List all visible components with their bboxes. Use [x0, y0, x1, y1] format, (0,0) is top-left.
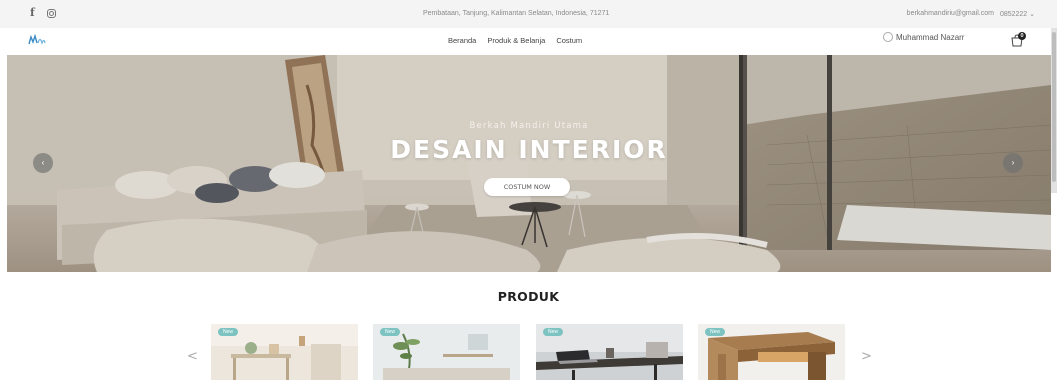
- page-scrollbar[interactable]: [1051, 28, 1057, 193]
- user-icon: [883, 32, 893, 42]
- product-card[interactable]: New: [211, 324, 358, 380]
- products-prev-button[interactable]: <: [187, 349, 198, 364]
- nav-beranda[interactable]: Beranda: [448, 36, 476, 45]
- costum-now-button[interactable]: COSTUM NOW: [484, 178, 570, 196]
- cart-button[interactable]: 0: [1010, 32, 1026, 47]
- slider-next-button[interactable]: ›: [1003, 153, 1023, 173]
- slider-prev-button[interactable]: ‹: [33, 153, 53, 173]
- user-menu[interactable]: Muhammad Nazarr: [883, 32, 964, 42]
- cart-count-badge: 0: [1018, 32, 1026, 40]
- store-address: Pembataan, Tanjung, Kalimantan Selatan, …: [423, 10, 610, 17]
- social-links: f: [30, 7, 56, 18]
- contact-info: berkahmandiriu@gmail.com 0852222 ⌄: [907, 10, 1035, 18]
- instagram-icon[interactable]: [46, 8, 56, 18]
- chevron-left-icon: ‹: [41, 158, 45, 167]
- new-badge: New: [543, 328, 564, 336]
- scrollbar-thumb[interactable]: [1052, 32, 1056, 182]
- hero-subtitle: Berkah Mandiri Utama: [469, 121, 589, 131]
- facebook-icon[interactable]: f: [30, 7, 35, 18]
- contact-email[interactable]: berkahmandiriu@gmail.com: [907, 10, 994, 18]
- products-section-title: PRODUK: [497, 289, 560, 304]
- hero-slider: Berkah Mandiri Utama DESAIN INTERIOR COS…: [7, 55, 1051, 272]
- product-card[interactable]: New: [373, 324, 520, 380]
- product-card[interactable]: New: [698, 324, 845, 380]
- new-badge: New: [218, 328, 239, 336]
- nav-produk-belanja[interactable]: Produk & Belanja: [487, 36, 545, 45]
- contact-phone[interactable]: 0852222 ⌄: [1000, 10, 1035, 18]
- hero-title: DESAIN INTERIOR: [390, 135, 668, 164]
- chevron-right-icon: ›: [1011, 158, 1015, 167]
- product-card[interactable]: New: [536, 324, 683, 380]
- brand-logo[interactable]: [28, 34, 46, 46]
- nav-costum[interactable]: Costum: [556, 36, 582, 45]
- user-name: Muhammad Nazarr: [896, 32, 965, 42]
- top-info-bar: f Pembataan, Tanjung, Kalimantan Selatan…: [0, 0, 1057, 29]
- main-navbar: Beranda Produk & Belanja Costum Muhammad…: [0, 28, 1057, 54]
- products-next-button[interactable]: >: [861, 349, 872, 364]
- new-badge: New: [705, 328, 726, 336]
- new-badge: New: [380, 328, 401, 336]
- nav-menu: Beranda Produk & Belanja Costum: [448, 36, 582, 45]
